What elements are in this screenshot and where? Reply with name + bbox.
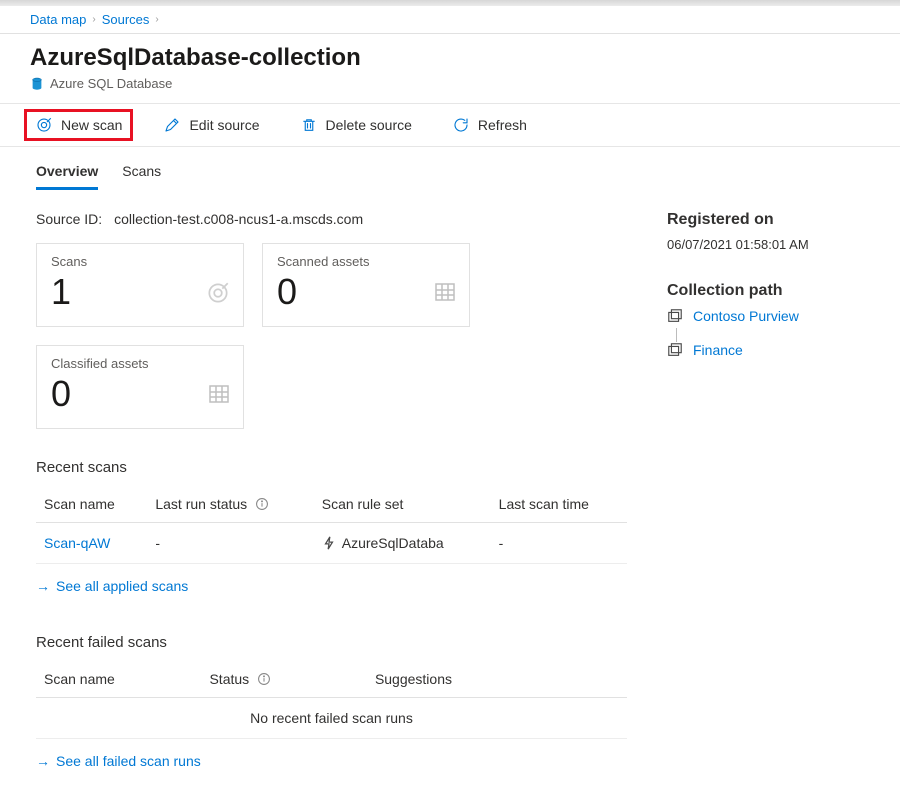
table-grid-icon: [433, 280, 457, 304]
main-column: Source ID: collection-test.c008-ncus1-a.…: [36, 211, 627, 769]
recent-scans-table: Scan name Last run status Scan rule set …: [36, 486, 627, 564]
col-failed-status[interactable]: Status: [201, 661, 366, 698]
collection-path-link[interactable]: Contoso Purview: [693, 308, 799, 324]
tabs: Overview Scans: [0, 153, 900, 191]
subtitle-row: Azure SQL Database: [30, 76, 870, 91]
col-failed-status-text: Status: [209, 671, 249, 687]
card-classified-assets-value: 0: [51, 373, 229, 415]
toolbar: New scan Edit source Delete source Refre…: [0, 103, 900, 147]
source-id-value: collection-test.c008-ncus1-a.mscds.com: [114, 211, 363, 227]
card-scans-label: Scans: [51, 254, 229, 269]
col-last-scan-time[interactable]: Last scan time: [491, 486, 627, 523]
stat-cards: Scans 1 Scanned assets 0 Classified asse…: [36, 243, 627, 429]
info-icon[interactable]: [255, 497, 269, 511]
card-scans-value: 1: [51, 271, 229, 313]
lightning-icon: [322, 536, 336, 550]
breadcrumb-link-sources[interactable]: Sources: [102, 12, 150, 27]
col-last-run-status-text: Last run status: [155, 496, 247, 512]
card-scanned-assets-label: Scanned assets: [277, 254, 455, 269]
col-scan-name[interactable]: Scan name: [36, 486, 147, 523]
subtitle-text: Azure SQL Database: [50, 76, 172, 91]
tab-overview[interactable]: Overview: [36, 153, 98, 190]
see-all-applied-scans-text: See all applied scans: [56, 578, 188, 594]
registered-on-value: 06/07/2021 01:58:01 AM: [667, 237, 864, 252]
delete-source-button[interactable]: Delete source: [290, 108, 422, 142]
header-block: AzureSqlDatabase-collection Azure SQL Da…: [0, 34, 900, 103]
delete-source-label: Delete source: [326, 117, 412, 133]
col-failed-suggestions[interactable]: Suggestions: [367, 661, 627, 698]
refresh-button[interactable]: Refresh: [442, 108, 537, 142]
arrow-right-icon: →: [36, 578, 50, 594]
collection-path-label: Collection path: [667, 282, 864, 300]
recent-scans-heading: Recent scans: [36, 459, 627, 476]
table-row[interactable]: Scan-qAW - AzureSqlDataba -: [36, 523, 627, 564]
scan-target-icon: [35, 116, 53, 134]
cell-ruleset: AzureSqlDataba: [314, 523, 491, 564]
trash-icon: [300, 116, 318, 134]
cell-ruleset-text: AzureSqlDataba: [342, 535, 444, 551]
collection-path-list: Contoso Purview Finance: [667, 308, 864, 358]
path-connector: [676, 328, 864, 342]
collection-path-link[interactable]: Finance: [693, 342, 743, 358]
tab-scans[interactable]: Scans: [122, 153, 161, 190]
scan-target-icon: [205, 280, 231, 306]
side-column: Registered on 06/07/2021 01:58:01 AM Col…: [667, 211, 864, 769]
empty-message: No recent failed scan runs: [36, 698, 627, 739]
database-icon: [30, 77, 44, 91]
recent-failed-table: Scan name Status Suggestions No recent f…: [36, 661, 627, 739]
card-classified-assets[interactable]: Classified assets 0: [36, 345, 244, 429]
breadcrumb: Data map › Sources ›: [0, 6, 900, 33]
chevron-right-icon: ›: [155, 14, 158, 25]
new-scan-button[interactable]: New scan: [24, 109, 133, 141]
scan-name-link[interactable]: Scan-qAW: [44, 535, 110, 551]
source-id-row: Source ID: collection-test.c008-ncus1-a.…: [36, 211, 627, 227]
col-scan-rule-set[interactable]: Scan rule set: [314, 486, 491, 523]
card-scanned-assets-value: 0: [277, 271, 455, 313]
source-id-label: Source ID:: [36, 211, 102, 227]
collection-icon: [667, 342, 683, 358]
breadcrumb-link-datamap[interactable]: Data map: [30, 12, 86, 27]
info-icon[interactable]: [257, 672, 271, 686]
chevron-right-icon: ›: [92, 14, 95, 25]
cell-time: -: [491, 523, 627, 564]
see-all-applied-scans-link[interactable]: → See all applied scans: [36, 578, 188, 594]
refresh-label: Refresh: [478, 117, 527, 133]
content-row: Source ID: collection-test.c008-ncus1-a.…: [0, 191, 900, 789]
collection-path-item: Contoso Purview: [667, 308, 864, 324]
card-scans[interactable]: Scans 1: [36, 243, 244, 327]
card-classified-assets-label: Classified assets: [51, 356, 229, 371]
table-grid-icon: [207, 382, 231, 406]
col-failed-name[interactable]: Scan name: [36, 661, 201, 698]
cell-status: -: [147, 523, 313, 564]
pencil-icon: [163, 116, 181, 134]
col-last-run-status[interactable]: Last run status: [147, 486, 313, 523]
registered-on-label: Registered on: [667, 211, 864, 229]
recent-failed-heading: Recent failed scans: [36, 634, 627, 651]
edit-source-label: Edit source: [189, 117, 259, 133]
empty-row: No recent failed scan runs: [36, 698, 627, 739]
refresh-icon: [452, 116, 470, 134]
page-title: AzureSqlDatabase-collection: [30, 44, 870, 72]
collection-path-item: Finance: [667, 342, 864, 358]
card-scanned-assets[interactable]: Scanned assets 0: [262, 243, 470, 327]
new-scan-label: New scan: [61, 117, 122, 133]
collection-icon: [667, 308, 683, 324]
edit-source-button[interactable]: Edit source: [153, 108, 269, 142]
